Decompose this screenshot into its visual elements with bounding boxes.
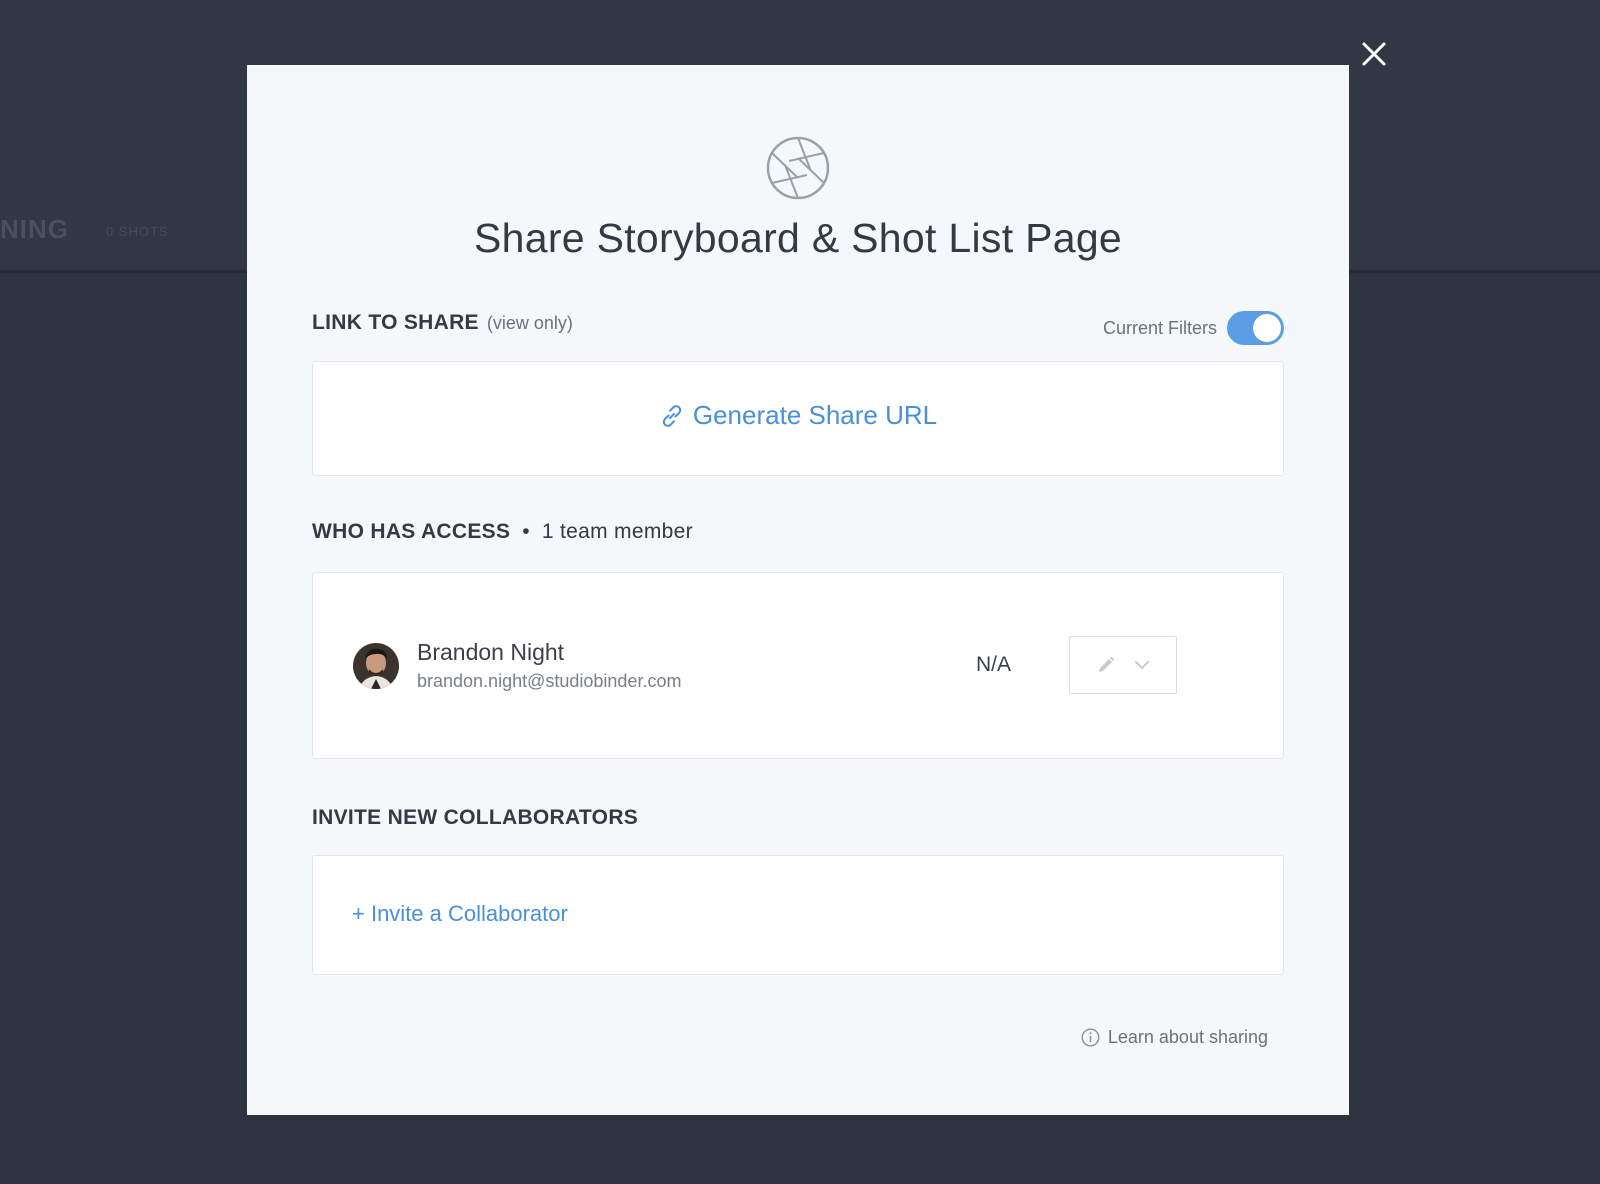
access-member-count: 1 team member	[541, 520, 693, 543]
member-role: N/A	[976, 653, 1012, 676]
share-modal: Share Storyboard & Shot List Page LINK T…	[247, 65, 1349, 1115]
generate-share-url-button[interactable]: Generate Share URL	[313, 400, 1283, 431]
info-icon	[1081, 1028, 1100, 1047]
toggle-knob	[1253, 314, 1281, 342]
share-url-card: Generate Share URL	[312, 361, 1284, 476]
link-section-label: LINK TO SHARE (view only)	[312, 311, 573, 335]
chevron-down-icon	[1135, 661, 1149, 669]
modal-title: Share Storyboard & Shot List Page	[473, 215, 1123, 261]
current-filters-label: Current Filters	[1102, 317, 1217, 338]
link-section-sublabel: (view only)	[486, 313, 573, 333]
access-section-label: WHO HAS ACCESS • 1 team member	[312, 520, 693, 544]
background-shot-count: 0 SHOTS	[106, 224, 169, 239]
aperture-icon	[766, 136, 830, 200]
avatar	[353, 642, 399, 689]
invite-section-label: INVITE NEW COLLABORATORS	[312, 806, 639, 829]
access-separator: •	[522, 520, 530, 543]
background-page-title: NING	[0, 214, 69, 244]
link-section-title: LINK TO SHARE	[312, 311, 479, 334]
pencil-icon	[1099, 656, 1115, 672]
access-section-title: WHO HAS ACCESS	[312, 520, 511, 543]
permission-dropdown[interactable]	[1069, 636, 1177, 694]
invite-collaborator-link[interactable]: + Invite a Collaborator	[352, 901, 568, 927]
current-filters: Current Filters	[1103, 311, 1284, 345]
member-info: Brandon Night brandon.night@studiobinder…	[417, 639, 681, 692]
generate-share-url-label: Generate Share URL	[692, 400, 938, 430]
learn-about-sharing-label: Learn about sharing	[1107, 1027, 1268, 1047]
learn-about-sharing-link[interactable]: Learn about sharing	[1081, 1027, 1268, 1048]
link-icon	[662, 404, 682, 427]
close-icon	[1362, 42, 1386, 66]
close-button[interactable]	[1356, 36, 1392, 72]
member-row: Brandon Night brandon.night@studiobinder…	[353, 639, 681, 692]
access-card: Brandon Night brandon.night@studiobinder…	[312, 572, 1284, 759]
member-email: brandon.night@studiobinder.com	[417, 671, 682, 691]
invite-card: + Invite a Collaborator	[312, 855, 1284, 975]
current-filters-toggle[interactable]	[1227, 311, 1284, 345]
member-name: Brandon Night	[417, 639, 565, 665]
